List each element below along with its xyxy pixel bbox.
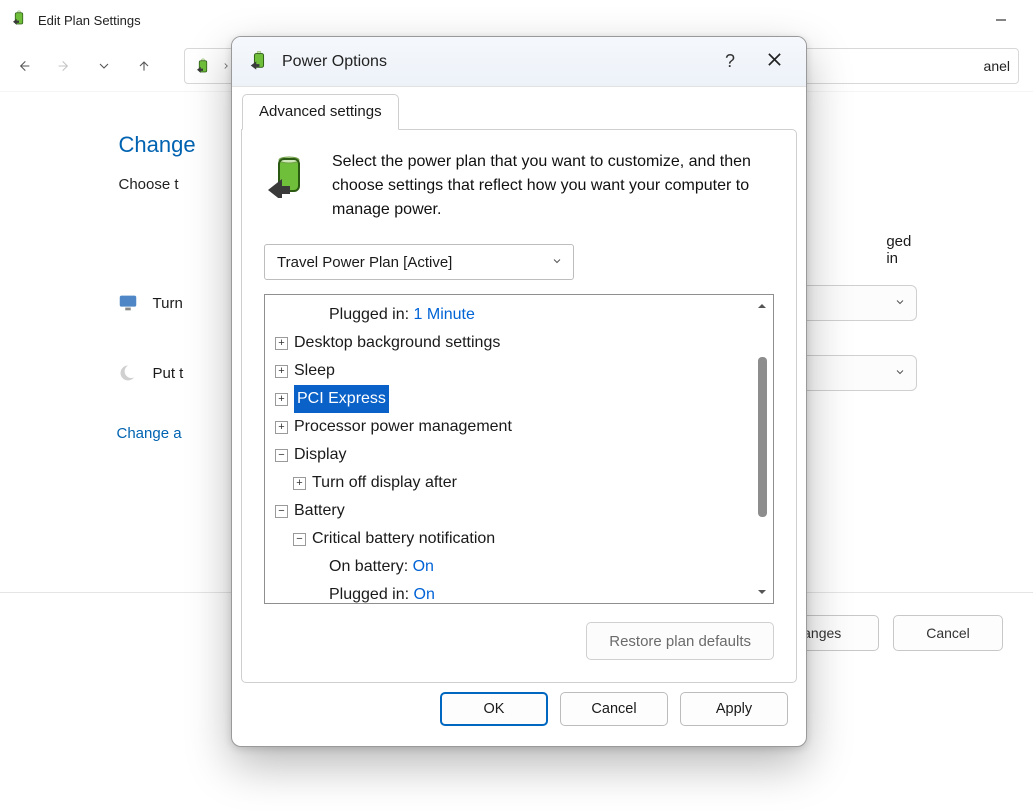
dialog-titlebar: Power Options ? (232, 37, 806, 87)
change-advanced-link[interactable]: Change a (117, 425, 182, 442)
monitor-icon (117, 292, 139, 314)
power-plan-icon (264, 150, 314, 222)
dialog-title: Power Options (282, 53, 387, 71)
recent-dropdown[interactable] (94, 56, 114, 76)
window-titlebar: Edit Plan Settings (0, 0, 1033, 40)
restore-plan-defaults-button[interactable]: Restore plan defaults (586, 622, 774, 660)
column-header-plugged: ged in (886, 233, 916, 267)
cancel-button[interactable]: Cancel (893, 615, 1003, 651)
chevron-down-icon (894, 295, 906, 312)
dialog-description: Select the power plan that you want to c… (332, 150, 774, 222)
tree-node-processor[interactable]: + Processor power management (269, 413, 773, 441)
power-plan-select-value: Travel Power Plan [Active] (277, 254, 452, 271)
expand-icon[interactable]: + (275, 337, 288, 350)
expand-icon[interactable]: + (275, 393, 288, 406)
moon-icon (117, 362, 139, 384)
scroll-down-icon[interactable] (751, 581, 773, 603)
dialog-icon (248, 49, 270, 75)
scroll-up-icon[interactable] (751, 295, 773, 317)
app-icon (10, 9, 28, 31)
minimize-button[interactable] (978, 5, 1023, 35)
tree-node-sleep[interactable]: + Sleep (269, 357, 773, 385)
tree-node-battery[interactable]: − Battery (269, 497, 773, 525)
collapse-icon[interactable]: − (275, 449, 288, 462)
close-button[interactable] (758, 52, 790, 71)
scroll-thumb[interactable] (758, 357, 767, 517)
tree-node-critical-battery-notification[interactable]: − Critical battery notification (269, 525, 773, 553)
tree-node-desktop-background[interactable]: + Desktop background settings (269, 329, 773, 357)
power-plan-select[interactable]: Travel Power Plan [Active] (264, 244, 574, 280)
expand-icon[interactable]: + (293, 477, 306, 490)
ok-button[interactable]: OK (440, 692, 548, 726)
tree-leaf-on-battery[interactable]: On battery: On (269, 553, 773, 581)
tab-advanced-settings[interactable]: Advanced settings (242, 94, 399, 130)
tree-node-turn-off-display[interactable]: + Turn off display after (269, 469, 773, 497)
breadcrumb-tail: anel (984, 58, 1010, 74)
window-title: Edit Plan Settings (38, 13, 141, 28)
expand-icon[interactable]: + (275, 365, 288, 378)
power-options-dialog: Power Options ? Advanced settings Select… (231, 36, 807, 747)
dialog-cancel-button[interactable]: Cancel (560, 692, 668, 726)
apply-button[interactable]: Apply (680, 692, 788, 726)
scroll-track[interactable] (758, 317, 767, 581)
chevron-down-icon (894, 365, 906, 382)
breadcrumb-icon (193, 57, 213, 75)
collapse-icon[interactable]: − (293, 533, 306, 546)
settings-tree[interactable]: Plugged in: 1 Minute + Desktop backgroun… (264, 294, 774, 604)
tree-node-pci-express[interactable]: + PCI Express (269, 385, 773, 413)
help-button[interactable]: ? (714, 51, 746, 72)
tree-leaf-plugged-in-2[interactable]: Plugged in: On (269, 581, 773, 604)
collapse-icon[interactable]: − (275, 505, 288, 518)
chevron-right-icon (221, 58, 231, 74)
back-button[interactable] (14, 56, 34, 76)
chevron-down-icon (551, 254, 563, 271)
tree-leaf-plugged-in[interactable]: Plugged in: 1 Minute (269, 301, 773, 329)
expand-icon[interactable]: + (275, 421, 288, 434)
tree-scrollbar[interactable] (751, 295, 773, 603)
forward-button[interactable] (54, 56, 74, 76)
up-button[interactable] (134, 56, 154, 76)
tree-node-display[interactable]: − Display (269, 441, 773, 469)
